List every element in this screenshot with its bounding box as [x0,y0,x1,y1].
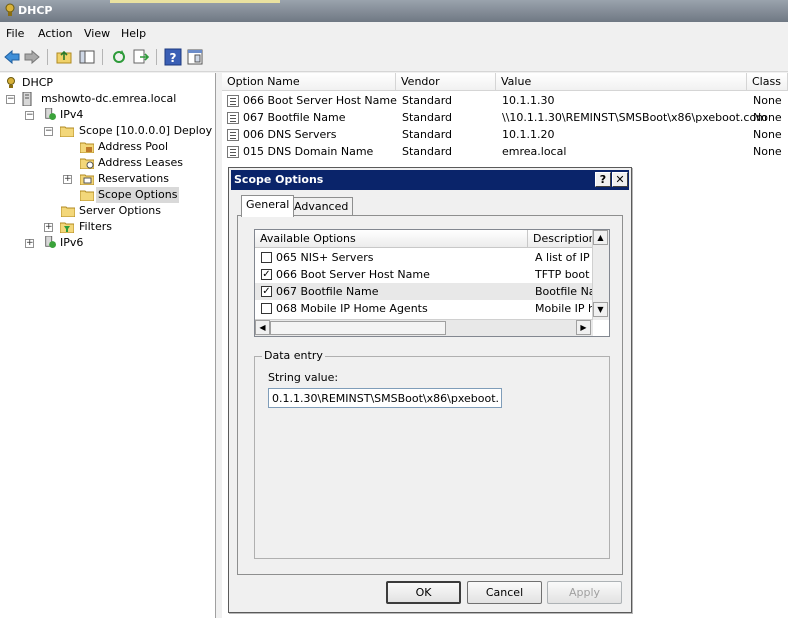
help-button[interactable]: ? [595,172,611,187]
option-icon [227,112,239,124]
column-header-class[interactable]: Class [747,73,788,91]
expand-toggle[interactable]: + [63,175,72,184]
option-checkbox[interactable] [261,252,272,263]
column-header-value[interactable]: Value [496,73,747,91]
forward-icon[interactable] [23,48,41,66]
list-row[interactable]: 067 Bootfile Name Standard \\10.1.1.30\R… [222,109,788,126]
toolbar-separator [47,49,48,65]
window-title-bar: DHCP [0,0,788,22]
console-tree: DHCP − mshowto-dc.emrea.local − IPv4 − S… [0,73,216,618]
string-value-label: String value: [268,371,339,384]
data-entry-group [254,356,610,559]
dialog-title-bar[interactable]: Scope Options ? ✕ [231,170,629,190]
reservations-icon [80,174,94,185]
options-horizontal-scrollbar[interactable]: ◀ ▶ [255,319,593,336]
menu-action[interactable]: Action [38,27,72,40]
ipv4-icon [45,108,56,120]
filters-icon [60,222,74,233]
column-header-vendor[interactable]: Vendor [396,73,496,91]
option-icon [227,129,239,141]
data-entry-label: Data entry [262,349,325,362]
export-icon[interactable] [132,48,150,66]
scope-options-icon [80,190,94,201]
collapse-toggle[interactable]: − [6,95,15,104]
option-checkbox[interactable]: ✓ [261,286,272,297]
collapse-toggle[interactable]: − [44,127,53,136]
options-vertical-scrollbar[interactable]: ▲ ▼ [592,230,609,320]
expand-toggle[interactable]: + [44,223,53,232]
scroll-right-icon[interactable]: ▶ [576,320,591,335]
column-header-description[interactable]: Description [528,230,593,248]
general-tab-panel: Available Options Description 065 NIS+ S… [237,215,623,575]
show-hide-tree-icon[interactable] [78,48,96,66]
option-checkbox[interactable] [261,303,272,314]
option-checkbox[interactable]: ✓ [261,269,272,280]
menu-file[interactable]: File [6,27,24,40]
option-row[interactable]: 068 Mobile IP Home Agents Mobile IP hc [255,300,593,317]
address-leases-icon [80,158,94,169]
menu-bar: File Action View Help [0,22,788,44]
string-value-input[interactable] [268,388,502,408]
column-header-available-options[interactable]: Available Options [255,230,528,248]
dialog-title: Scope Options [234,173,324,186]
help-icon[interactable]: ? [164,48,182,66]
menu-view[interactable]: View [84,27,110,40]
collapse-toggle[interactable]: − [25,111,34,120]
list-row[interactable]: 006 DNS Servers Standard 10.1.1.20 None [222,126,788,143]
menu-help[interactable]: Help [121,27,146,40]
scroll-left-icon[interactable]: ◀ [255,320,270,335]
dhcp-app-icon [5,3,15,16]
ok-button[interactable]: OK [386,581,461,604]
option-row[interactable]: ✓ 067 Bootfile Name Bootfile Nan [255,283,593,300]
option-row[interactable]: 065 NIS+ Servers A list of IP a [255,249,593,266]
option-row[interactable]: ✓ 066 Boot Server Host Name TFTP boot s [255,266,593,283]
option-icon [227,146,239,158]
list-row[interactable]: 015 DNS Domain Name Standard emrea.local… [222,143,788,160]
option-icon [227,95,239,107]
dhcp-trophy-icon [7,77,15,88]
folder-icon [60,126,74,137]
address-pool-icon [80,142,94,153]
refresh-icon[interactable] [110,48,128,66]
up-folder-icon[interactable] [55,48,73,66]
ipv6-icon [45,236,56,248]
server-options-icon [61,206,75,217]
tab-general[interactable]: General [241,195,295,217]
apply-button[interactable]: Apply [547,581,622,604]
svg-text:?: ? [170,51,177,65]
scroll-down-icon[interactable]: ▼ [593,302,608,317]
properties-icon[interactable] [186,48,204,66]
scope-options-dialog: Scope Options ? ✕ General Advanced Avail… [228,167,632,613]
scroll-up-icon[interactable]: ▲ [593,230,608,245]
close-button[interactable]: ✕ [612,172,628,187]
list-row[interactable]: 066 Boot Server Host Name Standard 10.1.… [222,92,788,109]
toolbar-separator [156,49,157,65]
available-options-list: Available Options Description 065 NIS+ S… [254,229,610,337]
column-header-option-name[interactable]: Option Name [222,73,396,91]
cancel-button[interactable]: Cancel [467,581,542,604]
toolbar-separator [102,49,103,65]
scroll-thumb[interactable] [270,321,446,335]
expand-toggle[interactable]: + [25,239,34,248]
title-accent [110,0,280,3]
window-title: DHCP [18,4,53,17]
back-icon[interactable] [3,48,21,66]
tab-advanced[interactable]: Advanced [289,197,354,217]
toolbar: ? [0,44,788,72]
server-icon [22,92,32,106]
